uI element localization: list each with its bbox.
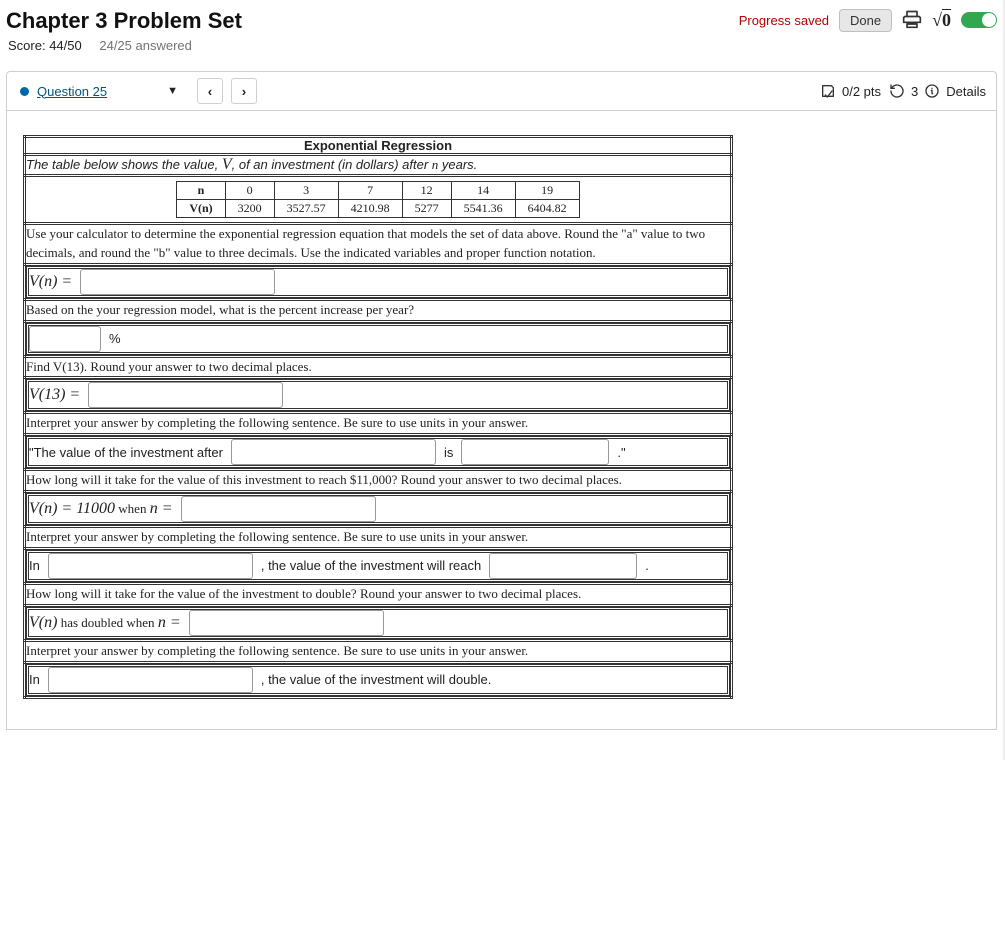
n-5: 19 bbox=[515, 182, 579, 200]
submit-status-icon bbox=[820, 83, 836, 100]
problem-intro: The table below shows the value, V, of a… bbox=[25, 155, 732, 176]
instruction-2: Based on the your regression model, what… bbox=[25, 299, 732, 321]
section-title: Exponential Regression bbox=[25, 137, 732, 155]
eq5-lhs: V(n) = 11000 when n = bbox=[29, 500, 173, 518]
eq7-lhs: V(n) has doubled when n = bbox=[29, 614, 181, 632]
score-value: 44/50 bbox=[49, 38, 82, 53]
instruction-5: How long will it take for the value of t… bbox=[25, 470, 732, 492]
problem-table: Exponential Regression The table below s… bbox=[23, 135, 733, 699]
instruction-3: Find V(13). Round your answer to two dec… bbox=[25, 356, 732, 378]
instruction-6: Interpret your answer by completing the … bbox=[25, 527, 732, 549]
v-2: 4210.98 bbox=[338, 200, 402, 218]
row-label-v: V(n) bbox=[177, 200, 225, 218]
n-2: 7 bbox=[338, 182, 402, 200]
v-5: 6404.82 bbox=[515, 200, 579, 218]
points-label: 0/2 pts bbox=[842, 84, 881, 99]
answered-count: 24/25 answered bbox=[99, 38, 192, 53]
print-icon[interactable] bbox=[902, 9, 922, 32]
n-1: 3 bbox=[274, 182, 338, 200]
percent-label: % bbox=[109, 331, 121, 346]
instruction-1: Use your calculator to determine the exp… bbox=[25, 224, 732, 265]
status-dot-icon bbox=[20, 87, 29, 96]
sentence8-pre: In bbox=[29, 672, 40, 687]
info-icon[interactable] bbox=[924, 83, 940, 100]
prev-question-button[interactable]: ‹ bbox=[197, 78, 223, 104]
math-format-toggle[interactable] bbox=[961, 12, 997, 28]
row-label-n: n bbox=[177, 182, 225, 200]
v-1: 3527.57 bbox=[274, 200, 338, 218]
instruction-4: Interpret your answer by completing the … bbox=[25, 413, 732, 435]
input-sentence8-time[interactable] bbox=[48, 667, 253, 693]
sentence4-pre: "The value of the investment after bbox=[29, 445, 223, 460]
sentence6-pre: In bbox=[29, 558, 40, 573]
input-sentence4-value[interactable] bbox=[461, 439, 609, 465]
sentence4-post: ." bbox=[617, 445, 625, 460]
score-label: Score: bbox=[8, 38, 49, 53]
page-title: Chapter 3 Problem Set bbox=[6, 8, 242, 34]
instruction-7: How long will it take for the value of t… bbox=[25, 583, 732, 605]
n-3: 12 bbox=[402, 182, 451, 200]
n-4: 14 bbox=[451, 182, 515, 200]
input-regression-equation[interactable] bbox=[80, 269, 275, 295]
question-body: Exponential Regression The table below s… bbox=[6, 111, 997, 730]
sentence4-mid: is bbox=[444, 445, 453, 460]
question-toolbar: Question 25 ▼ ‹ › 0/2 pts 3 Details bbox=[6, 71, 997, 111]
caret-down-icon: ▼ bbox=[167, 85, 178, 97]
v-4: 5541.36 bbox=[451, 200, 515, 218]
n-0: 0 bbox=[225, 182, 274, 200]
input-n-doubled[interactable] bbox=[189, 610, 384, 636]
details-link[interactable]: Details bbox=[946, 84, 986, 99]
eq1-lhs: V(n) = bbox=[29, 273, 72, 291]
v-0: 3200 bbox=[225, 200, 274, 218]
progress-saved-label: Progress saved bbox=[739, 13, 829, 28]
data-table: n 0 3 7 12 14 19 V(n) 3200 3527.57 4210.… bbox=[176, 181, 579, 218]
v-3: 5277 bbox=[402, 200, 451, 218]
sentence6-mid: , the value of the investment will reach bbox=[261, 558, 481, 573]
retries-left: 3 bbox=[911, 84, 918, 99]
input-percent-increase[interactable] bbox=[29, 326, 101, 352]
input-n-for-11000[interactable] bbox=[181, 496, 376, 522]
input-sentence6-value[interactable] bbox=[489, 553, 637, 579]
retry-icon bbox=[889, 83, 905, 100]
sentence8-post: , the value of the investment will doubl… bbox=[261, 672, 492, 687]
math-format-icon[interactable]: √0 bbox=[932, 10, 951, 31]
instruction-8: Interpret your answer by completing the … bbox=[25, 640, 732, 662]
input-sentence4-time[interactable] bbox=[231, 439, 436, 465]
question-number-label: Question 25 bbox=[37, 84, 107, 99]
question-selector[interactable]: Question 25 ▼ bbox=[17, 81, 189, 102]
eq3-lhs: V(13) = bbox=[29, 386, 80, 404]
input-v13[interactable] bbox=[88, 382, 283, 408]
sentence6-post: . bbox=[645, 558, 649, 573]
input-sentence6-time[interactable] bbox=[48, 553, 253, 579]
done-button[interactable]: Done bbox=[839, 9, 892, 32]
next-question-button[interactable]: › bbox=[231, 78, 257, 104]
